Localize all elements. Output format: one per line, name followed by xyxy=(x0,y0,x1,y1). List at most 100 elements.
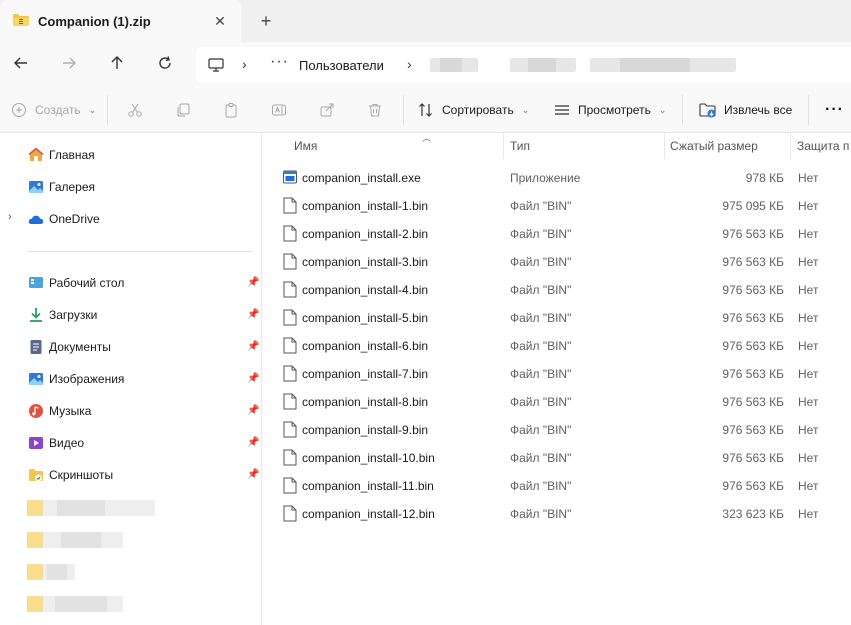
file-name: companion_install-8.bin xyxy=(302,395,429,409)
sidebar-item-desktop[interactable]: Рабочий стол 📌 xyxy=(0,269,262,297)
arrow-left-icon xyxy=(14,57,27,69)
share-button[interactable] xyxy=(319,99,335,121)
file-protection: Нет xyxy=(798,507,819,521)
chevron-down-icon: ⌄ xyxy=(88,104,97,115)
file-compressed-size: 976 563 КБ xyxy=(722,227,784,241)
file-type: Приложение xyxy=(510,171,581,185)
chevron-right-icon[interactable]: › xyxy=(407,56,412,72)
file-type: Файл "BIN" xyxy=(510,255,572,269)
file-protection: Нет xyxy=(798,311,819,325)
breadcrumb-users[interactable]: Пользователи xyxy=(299,58,384,73)
chevron-right-icon[interactable]: › xyxy=(8,211,12,223)
file-row[interactable]: companion_install-11.bin Файл "BIN" 976 56… xyxy=(263,471,851,499)
column-header-protection[interactable]: Защита п xyxy=(797,133,851,159)
sidebar-item-videos[interactable]: Видео 📌 xyxy=(0,429,262,457)
column-divider[interactable] xyxy=(503,133,504,159)
scissors-icon xyxy=(128,103,142,117)
column-header-name[interactable]: ︿ Имя xyxy=(294,133,504,159)
sidebar-item-downloads[interactable]: Загрузки 📌 xyxy=(0,301,262,329)
file-name: companion_install-2.bin xyxy=(302,227,429,241)
file-row[interactable]: companion_install-9.bin Файл "BIN" 976 563… xyxy=(263,415,851,443)
column-divider[interactable] xyxy=(790,133,791,159)
file-compressed-size: 976 563 КБ xyxy=(722,339,784,353)
sidebar-item-label: Видео xyxy=(49,436,85,450)
file-row[interactable]: companion_install-8.bin Файл "BIN" 976 563… xyxy=(263,387,851,415)
sidebar-item-label: Изображения xyxy=(49,372,125,386)
extract-folder-icon xyxy=(699,103,716,118)
file-type: Файл "BIN" xyxy=(510,339,572,353)
create-label: Создать xyxy=(35,103,81,117)
delete-button[interactable] xyxy=(367,99,383,121)
sidebar-item-screenshots[interactable]: Скриншоты 📌 xyxy=(0,461,262,489)
file-name: companion_install-4.bin xyxy=(302,283,429,297)
create-button[interactable]: Создать ⌄ xyxy=(11,99,96,121)
close-tab-icon[interactable]: ✕ xyxy=(213,14,227,28)
more-options-button[interactable]: ··· xyxy=(825,99,844,121)
toolbar-divider xyxy=(808,95,809,125)
sidebar-item-label: Документы xyxy=(49,340,111,354)
sidebar-item-documents[interactable]: Документы 📌 xyxy=(0,333,262,361)
column-header-type[interactable]: Тип xyxy=(510,133,660,159)
view-button[interactable]: Просмотреть ⌄ xyxy=(554,99,666,121)
rename-button[interactable] xyxy=(271,99,287,121)
computer-icon xyxy=(208,58,224,75)
address-bar[interactable]: › ··· Пользователи › xyxy=(196,47,851,83)
column-header-size[interactable]: Сжатый размер xyxy=(670,133,790,159)
file-row[interactable]: companion_install-7.bin Файл "BIN" 976 563… xyxy=(263,359,851,387)
copy-button[interactable] xyxy=(175,99,191,121)
file-protection: Нет xyxy=(798,227,819,241)
sidebar-item-home[interactable]: Главная xyxy=(0,141,262,169)
file-type: Файл "BIN" xyxy=(510,367,572,381)
file-compressed-size: 976 563 КБ xyxy=(722,451,784,465)
sidebar-item-redacted[interactable] xyxy=(0,557,262,585)
file-row[interactable]: companion_install-12.bin Файл "BIN" 323 62… xyxy=(263,499,851,527)
file-row[interactable]: companion_install-2.bin Файл "BIN" 976 563… xyxy=(263,219,851,247)
paste-button[interactable] xyxy=(223,99,239,121)
cut-button[interactable] xyxy=(127,99,143,121)
back-button[interactable] xyxy=(9,51,33,75)
sidebar-item-pictures[interactable]: Изображения 📌 xyxy=(0,365,262,393)
refresh-button[interactable] xyxy=(153,51,177,75)
file-row[interactable]: companion_install-5.bin Файл "BIN" 976 563… xyxy=(263,303,851,331)
up-button[interactable] xyxy=(105,51,129,75)
new-tab-button[interactable]: + xyxy=(256,11,276,31)
pictures-icon xyxy=(28,371,44,387)
chevron-right-icon[interactable]: › xyxy=(242,56,247,72)
file-row[interactable]: companion_install-3.bin Файл "BIN" 976 563… xyxy=(263,247,851,275)
sidebar-item-gallery[interactable]: Галерея xyxy=(0,173,262,201)
sidebar-divider xyxy=(28,251,252,252)
file-row[interactable]: companion_install-6.bin Файл "BIN" 976 563… xyxy=(263,331,851,359)
column-divider[interactable] xyxy=(664,133,665,159)
pin-icon[interactable]: 📌 xyxy=(247,437,259,448)
file-type: Файл "BIN" xyxy=(510,283,572,297)
file-row[interactable]: companion_install-10.bin Файл "BIN" 976 56… xyxy=(263,443,851,471)
file-compressed-size: 978 КБ xyxy=(745,171,784,185)
sidebar-item-label: Загрузки xyxy=(49,308,98,322)
sidebar-item-onedrive[interactable]: › OneDrive xyxy=(0,205,262,233)
sidebar-item-redacted[interactable] xyxy=(0,589,262,617)
sidebar-item-redacted[interactable] xyxy=(0,525,262,553)
file-row[interactable]: companion_install-1.bin Файл "BIN" 975 095… xyxy=(263,191,851,219)
tab-companion-zip[interactable]: Companion (1).zip ✕ xyxy=(0,0,241,42)
gallery-icon xyxy=(28,179,44,195)
pin-icon[interactable]: 📌 xyxy=(247,405,259,416)
redacted-breadcrumb xyxy=(430,58,478,72)
pin-icon[interactable]: 📌 xyxy=(247,373,259,384)
extract-all-button[interactable]: Извлечь все xyxy=(699,99,792,121)
sidebar-item-music[interactable]: Музыка 📌 xyxy=(0,397,262,425)
pin-icon[interactable]: 📌 xyxy=(247,341,259,352)
forward-button[interactable] xyxy=(57,51,81,75)
pin-icon[interactable]: 📌 xyxy=(247,469,259,480)
sidebar-item-redacted[interactable] xyxy=(0,493,262,521)
share-icon xyxy=(320,103,334,117)
file-row[interactable]: companion_install.exe Приложение 978 КБ Нет xyxy=(263,163,851,191)
sort-icon xyxy=(419,103,432,117)
title-bar: Companion (1).zip ✕ + xyxy=(0,0,851,42)
pin-icon[interactable]: 📌 xyxy=(247,309,259,320)
file-compressed-size: 976 563 КБ xyxy=(722,423,784,437)
sort-button[interactable]: Сортировать ⌄ xyxy=(418,99,529,121)
pin-icon[interactable]: 📌 xyxy=(247,277,259,288)
overflow-crumbs-button[interactable]: ··· xyxy=(270,53,289,71)
file-row[interactable]: companion_install-4.bin Файл "BIN" 976 563… xyxy=(263,275,851,303)
file-compressed-size: 976 563 КБ xyxy=(722,311,784,325)
